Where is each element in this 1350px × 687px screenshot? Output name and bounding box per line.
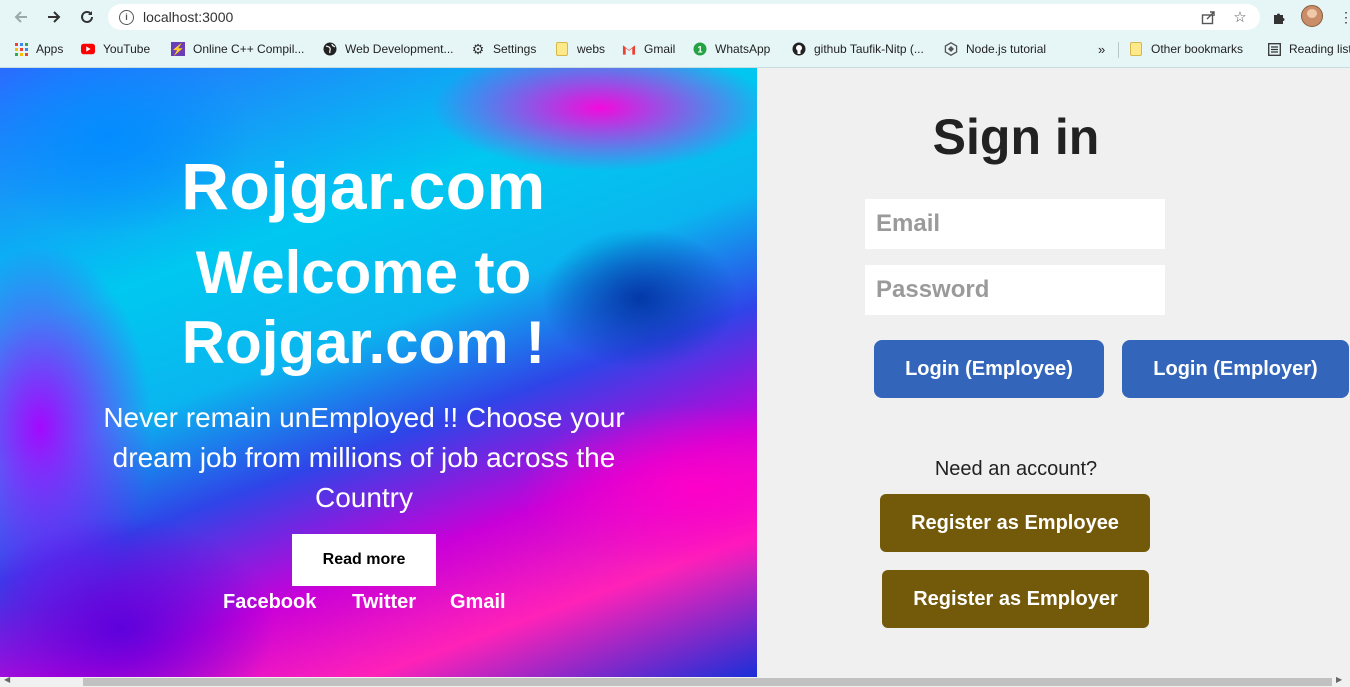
back-arrow-icon[interactable]	[9, 6, 33, 28]
reload-icon[interactable]	[75, 6, 99, 28]
bookmark-label: Online C++ Compil...	[193, 42, 305, 56]
bookmark-label: Apps	[36, 42, 64, 56]
bookmark-label: Web Development...	[345, 42, 454, 56]
register-employee-button[interactable]: Register as Employee	[880, 494, 1150, 552]
bookmark-settings[interactable]: ⚙ Settings	[471, 39, 537, 59]
folder-icon	[1129, 42, 1143, 56]
bookmark-label: YouTube	[103, 42, 151, 56]
address-bar[interactable]: i localhost:3000	[108, 4, 1260, 30]
reading-list-icon	[1267, 42, 1281, 56]
bookmark-gmail[interactable]: Gmail	[622, 39, 675, 59]
reading-list-button[interactable]: Reading list	[1267, 39, 1350, 59]
login-employer-button[interactable]: Login (Employer)	[1122, 340, 1349, 398]
apps-grid-icon	[14, 42, 28, 56]
share-icon[interactable]	[1197, 6, 1219, 28]
welcome-heading: Welcome to Rojgar.com !	[0, 238, 727, 378]
folder-icon	[555, 42, 569, 56]
bookmark-whatsapp[interactable]: 1 WhatsApp	[693, 39, 770, 59]
bookmark-label: WhatsApp	[715, 42, 771, 56]
bookmark-label: Reading list	[1289, 42, 1350, 56]
login-employee-button[interactable]: Login (Employee)	[874, 340, 1104, 398]
tagline-text: Never remain unEmployed !! Choose your d…	[103, 402, 625, 513]
brand-title: Rojgar.com	[181, 149, 546, 223]
github-icon	[792, 42, 806, 56]
bookmark-online-compiler[interactable]: ⚡ Online C++ Compil...	[171, 39, 304, 59]
bookmark-label: Node.js tutorial	[966, 42, 1047, 56]
scrollbar-thumb[interactable]	[83, 678, 1332, 686]
extensions-puzzle-icon[interactable]	[1268, 6, 1290, 28]
forward-arrow-icon[interactable]	[42, 6, 66, 28]
gear-icon: ⚙	[471, 40, 485, 57]
svg-text:1: 1	[697, 45, 702, 55]
register-employer-button[interactable]: Register as Employer	[882, 570, 1149, 628]
read-more-button[interactable]: Read more	[292, 534, 436, 586]
scroll-right-arrow-icon[interactable]: ▶	[1336, 675, 1342, 684]
welcome-heading-text: Welcome to Rojgar.com !	[181, 239, 546, 376]
gmail-link[interactable]: Gmail	[450, 591, 506, 614]
email-input[interactable]	[865, 199, 1165, 249]
bookmarks-divider	[1118, 42, 1119, 58]
bookmark-label: Other bookmarks	[1151, 42, 1244, 56]
lightning-icon: ⚡	[171, 42, 185, 56]
scroll-left-arrow-icon[interactable]: ◀	[4, 675, 10, 684]
gmail-icon	[622, 42, 636, 56]
bookmark-label: Settings	[493, 42, 537, 56]
bookmark-label: Gmail	[644, 42, 676, 56]
bookmark-apps[interactable]: Apps	[14, 39, 63, 59]
profile-avatar[interactable]	[1301, 5, 1323, 27]
bookmark-other-bookmarks[interactable]: Other bookmarks	[1129, 39, 1243, 59]
url-text[interactable]: localhost:3000	[143, 9, 233, 25]
bookmark-label: github Taufik-Nitp (...	[814, 42, 924, 56]
bookmark-nodejs[interactable]: Node.js tutorial	[944, 39, 1046, 59]
more-bookmarks-chevron-icon[interactable]: »	[1098, 39, 1105, 59]
browser-toolbar: i localhost:3000 ☆ ⋮ Apps YouTube ⚡ Onli…	[0, 0, 1350, 68]
site-info-icon[interactable]: i	[119, 9, 134, 25]
bookmark-star-icon[interactable]: ☆	[1229, 6, 1251, 28]
need-account-text: Need an account?	[934, 458, 1098, 480]
signin-title: Sign in	[932, 109, 1100, 165]
page-content: Rojgar.com Welcome to Rojgar.com ! Never…	[0, 68, 1350, 677]
bookmarks-bar: Apps YouTube ⚡ Online C++ Compil... Web …	[0, 36, 1350, 62]
twitter-link[interactable]: Twitter	[352, 591, 416, 614]
youtube-icon	[81, 42, 95, 56]
facebook-link[interactable]: Facebook	[223, 591, 316, 614]
globe-icon	[323, 42, 337, 56]
bookmark-github[interactable]: github Taufik-Nitp (...	[792, 39, 924, 59]
password-input[interactable]	[865, 265, 1165, 315]
nodejs-icon	[944, 42, 958, 56]
horizontal-scrollbar[interactable]: ◀ ▶	[0, 675, 1350, 687]
menu-dots-icon[interactable]: ⋮	[1335, 6, 1350, 28]
whatsapp-icon: 1	[693, 42, 707, 56]
hero-section: Rojgar.com Welcome to Rojgar.com ! Never…	[0, 68, 757, 677]
bookmark-label: webs	[577, 42, 606, 56]
bookmark-webs[interactable]: webs	[555, 39, 605, 59]
bookmark-youtube[interactable]: YouTube	[81, 39, 150, 59]
bookmark-web-development[interactable]: Web Development...	[323, 39, 454, 59]
